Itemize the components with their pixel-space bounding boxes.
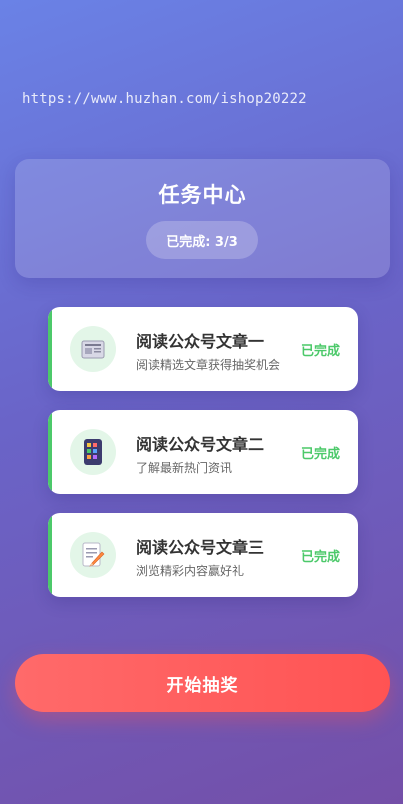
task-subtitle: 浏览精彩内容赢好礼 bbox=[136, 564, 245, 578]
task-title: 阅读公众号文章一 bbox=[136, 332, 265, 351]
task-title: 阅读公众号文章二 bbox=[136, 435, 265, 454]
task-status: 已完成 bbox=[300, 550, 340, 565]
task-card-1[interactable]: 阅读公众号文章一 阅读精选文章获得抽奖机会 已完成 bbox=[48, 307, 358, 391]
watermark-url: https://www.huzhan.com/ishop20222 bbox=[22, 91, 307, 107]
task-center-header: 任务中心 已完成: 3/3 bbox=[15, 159, 390, 278]
memo-icon bbox=[70, 532, 116, 578]
task-title: 阅读公众号文章三 bbox=[136, 538, 265, 557]
start-lottery-button[interactable]: 开始抽奖 bbox=[15, 654, 390, 712]
task-subtitle: 了解最新热门资讯 bbox=[136, 461, 233, 475]
page-title: 任务中心 bbox=[158, 183, 247, 207]
task-status: 已完成 bbox=[300, 344, 340, 359]
newspaper-icon bbox=[70, 326, 116, 372]
progress-badge: 已完成: 3/3 bbox=[146, 221, 258, 259]
task-card-2[interactable]: 阅读公众号文章二 了解最新热门资讯 已完成 bbox=[48, 410, 358, 494]
task-status: 已完成 bbox=[300, 447, 340, 462]
phone-icon bbox=[70, 429, 116, 475]
task-subtitle: 阅读精选文章获得抽奖机会 bbox=[136, 358, 281, 372]
task-card-3[interactable]: 阅读公众号文章三 浏览精彩内容赢好礼 已完成 bbox=[48, 513, 358, 597]
